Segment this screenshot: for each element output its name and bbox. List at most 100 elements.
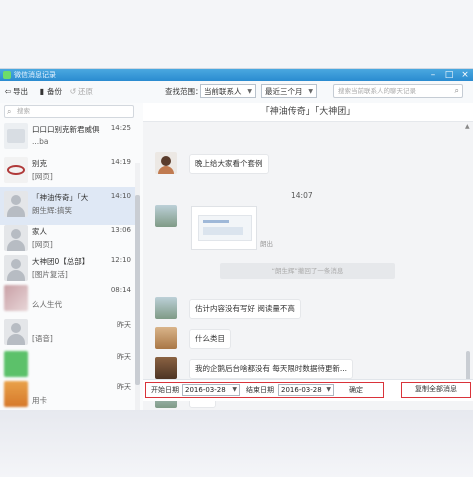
minimize-button[interactable]: – (425, 69, 441, 81)
contact-search-input[interactable]: ⌕ 搜索 (4, 105, 134, 118)
avatar (4, 319, 28, 345)
document-thumbnail (198, 215, 252, 241)
time-filter-select[interactable]: 最近三个月 ▼ (261, 84, 317, 98)
message-bubble: 晚上给大家看个套例 (189, 154, 269, 174)
contact-preview: 用卡 (32, 396, 47, 405)
chat-panel: 「神油传奇」「大神团」 晚上给大家看个套例 14:07 朗出 “朗生辉”撤回了一… (143, 103, 473, 411)
backup-icon: ▮ (39, 87, 45, 96)
image-sender-label: 朗出 (260, 240, 273, 248)
contact-name: 家人 (32, 227, 47, 236)
contact-item[interactable]: 口口口别克新君威俱 ...ba 14:25 (0, 119, 135, 157)
app-window: 微信消息记录 – □ × ⇦ 导出 ▮ 备份 ↺ 还原 查找范围： 当前联系人 ▼ 最… (0, 68, 473, 411)
contact-name: 别克 (32, 159, 47, 168)
date-filter-bar: 开始日期 2016-03-28 ▼ 结束日期 2016-03-28 ▼ 确定 复… (143, 379, 473, 401)
end-date-label: 结束日期 (246, 386, 274, 394)
contact-name: 「神油传奇」「大 (32, 193, 89, 202)
image-message[interactable] (191, 206, 257, 250)
system-message: “朗生辉”撤回了一条消息 (220, 263, 395, 279)
contact-time: 14:19 (110, 158, 131, 166)
contact-time: 14:10 (110, 192, 131, 200)
chat-search-input[interactable]: 搜索当前联系人的聊天记录 ⌕ (333, 84, 463, 98)
contact-filter-value: 当前联系人 (204, 87, 242, 96)
contact-preview: ...ba (32, 137, 49, 146)
avatar (155, 327, 177, 349)
avatar (155, 357, 177, 379)
restore-button[interactable]: ↺ 还原 (68, 86, 93, 98)
start-date-label: 开始日期 (151, 386, 179, 394)
contact-time: 昨天 (117, 383, 131, 391)
avatar (4, 157, 28, 183)
time-filter-value: 最近三个月 (265, 87, 303, 96)
contact-item[interactable]: 么人生代 08:14 (0, 281, 135, 319)
contact-item[interactable]: 用卡 昨天 (0, 377, 135, 411)
background-area (0, 410, 473, 477)
backup-button[interactable]: ▮ 备份 (37, 86, 62, 98)
backup-label: 备份 (47, 87, 62, 96)
toolbar: ⇦ 导出 ▮ 备份 ↺ 还原 查找范围： 当前联系人 ▼ 最近三个月 ▼ 搜索当前联系… (0, 81, 473, 104)
end-date-picker[interactable]: 2016-03-28 ▼ (278, 384, 334, 396)
chevron-down-icon: ▼ (326, 386, 331, 393)
contact-time: 08:14 (110, 286, 131, 294)
contact-preview: 么人生代 (32, 300, 62, 309)
window-title: 微信消息记录 (14, 71, 56, 79)
avatar (4, 381, 28, 407)
end-date-value: 2016-03-28 (281, 386, 322, 394)
app-logo-icon (3, 71, 11, 79)
contact-preview: [网页] (32, 172, 53, 181)
message-bubble: 我的企鹅后台啥都没有 每天限时数据待更新... (189, 359, 354, 379)
date-range-box: 开始日期 2016-03-28 ▼ 结束日期 2016-03-28 ▼ 确定 (145, 382, 384, 398)
avatar (4, 285, 28, 311)
maximize-button[interactable]: □ (441, 69, 457, 81)
contact-sidebar: ⌕ 搜索 口口口别克新君威俱 ...ba 14:25 别克 [网页] 14:19… (0, 103, 144, 411)
export-label: 导出 (13, 87, 28, 96)
contact-name: 大神团0【总部】 (32, 257, 90, 266)
title-bar: 微信消息记录 – □ × (0, 69, 473, 81)
contact-preview: 朗生辉:搞笑 (32, 206, 73, 215)
avatar (4, 123, 28, 149)
contact-preview: [语音] (32, 334, 53, 343)
avatar (155, 152, 177, 174)
chevron-down-icon: ▼ (247, 88, 252, 95)
contact-search-placeholder: 搜索 (17, 107, 30, 115)
search-icon: ⌕ (7, 107, 12, 116)
contact-item-active[interactable]: 「神油传奇」「大 朗生辉:搞笑 14:10 (0, 187, 135, 225)
contact-name: 口口口别克新君威俱 (32, 125, 100, 134)
restore-icon: ↺ (69, 87, 77, 96)
chat-scrollbar-thumb[interactable] (466, 351, 470, 381)
avatar (155, 205, 177, 227)
contact-filter-select[interactable]: 当前联系人 ▼ (200, 84, 256, 98)
contact-preview: [网页] (32, 240, 53, 249)
contact-time: 昨天 (117, 321, 131, 329)
export-icon: ⇦ (4, 87, 12, 96)
message-bubble: 估计内容没有写好 阅读量不高 (189, 299, 301, 319)
contact-time: 昨天 (117, 353, 131, 361)
contact-item[interactable]: 别克 [网页] 14:19 (0, 153, 135, 191)
restore-label: 还原 (78, 87, 93, 96)
contact-time: 13:06 (110, 226, 131, 234)
avatar (4, 255, 28, 281)
copy-all-messages-button[interactable]: 复制全部消息 (401, 382, 471, 398)
contact-preview: [图片复活] (32, 270, 68, 279)
chevron-down-icon: ▼ (308, 88, 313, 95)
chat-title: 「神油传奇」「大神团」 (143, 103, 473, 122)
search-icon[interactable]: ⌕ (455, 85, 459, 97)
close-button[interactable]: × (457, 69, 473, 81)
start-date-value: 2016-03-28 (185, 386, 226, 394)
sidebar-scrollbar-thumb[interactable] (135, 195, 140, 385)
avatar (4, 225, 28, 251)
chevron-down-icon: ▼ (232, 386, 237, 393)
range-label: 查找范围： (165, 87, 203, 96)
contact-time: 14:25 (110, 124, 131, 132)
scroll-up-icon[interactable]: ▲ (465, 123, 470, 130)
chat-scrollbar[interactable]: ▲ (465, 121, 471, 389)
confirm-button[interactable]: 确定 (341, 384, 371, 396)
message-bubble: 什么类目 (189, 329, 231, 349)
chat-search-placeholder: 搜索当前联系人的聊天记录 (338, 87, 416, 95)
avatar (4, 351, 28, 377)
contact-time: 12:10 (110, 256, 131, 264)
message-timestamp: 14:07 (291, 191, 313, 200)
avatar (155, 297, 177, 319)
export-button[interactable]: ⇦ 导出 (3, 86, 28, 98)
start-date-picker[interactable]: 2016-03-28 ▼ (182, 384, 240, 396)
avatar (4, 191, 28, 217)
